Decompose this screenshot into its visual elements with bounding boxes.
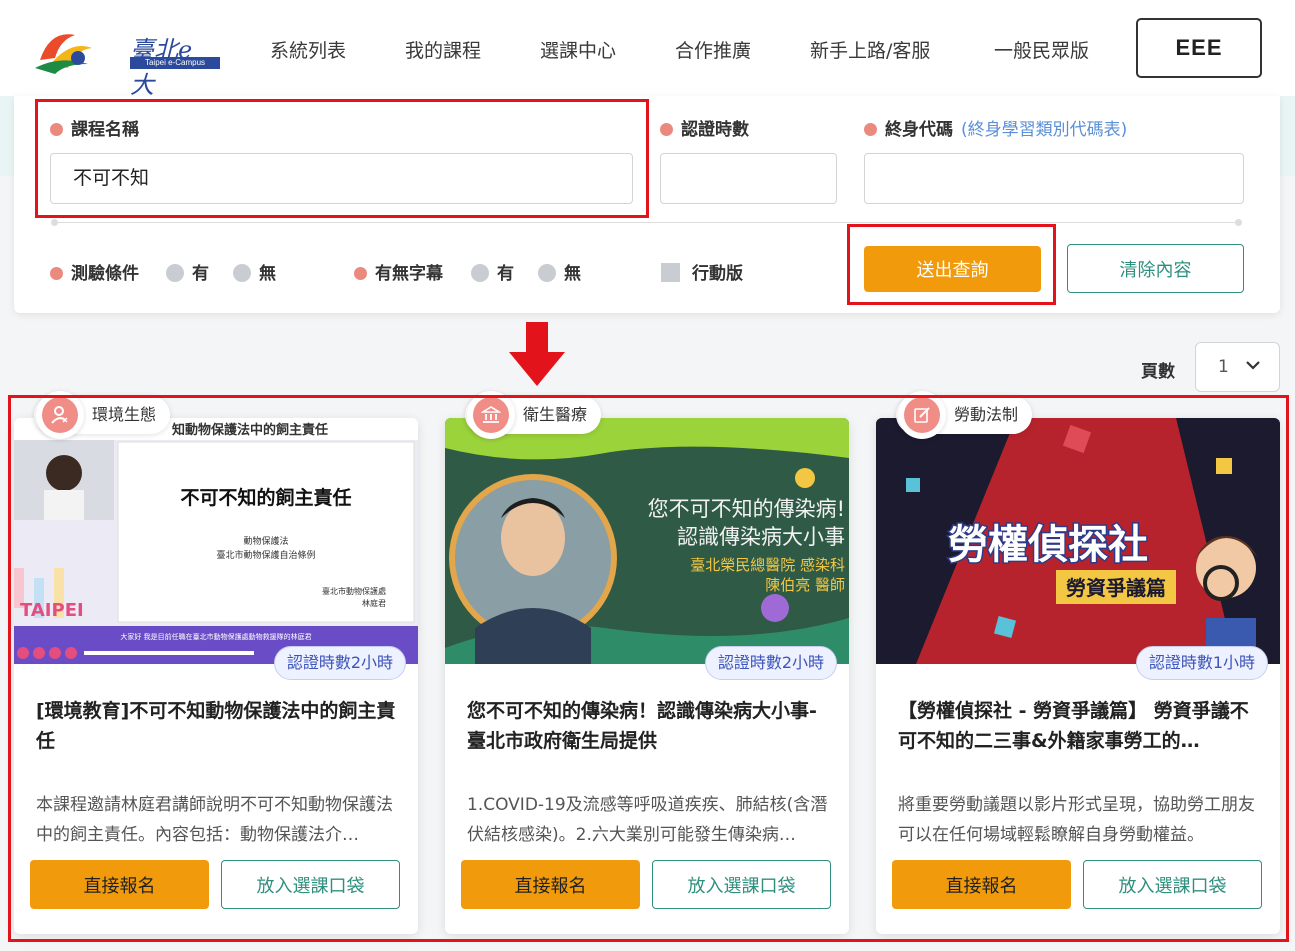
lifelong-code-table-link[interactable]: (終身學習類別代碼表) [961,120,1127,140]
category-badge [467,391,515,439]
svg-text:大家好 我是目前任職在臺北市動物保護處動物救援隊的林庭君: 大家好 我是目前任職在臺北市動物保護處動物救援隊的林庭君 [120,632,311,641]
course-card[interactable]: 您不可不知的傳染病! 認識傳染病大小事 臺北榮民總醫院 感染科 陳伯亮 醫師 衛… [445,391,849,934]
thumb-line4: 陳伯亮 醫師 [765,576,845,594]
thumb-line1: 您不可不知的傳染病! [648,497,845,521]
down-arrow-icon [509,322,565,386]
course-name-label: 課程名稱 [50,115,139,140]
clear-button[interactable]: 清除內容 [1067,244,1244,293]
subtitle-label: 有無字幕 [354,259,443,284]
course-name-input[interactable]: 不可不知 [50,153,633,204]
thumb-line1: 勞權偵探社 [948,522,1148,568]
subtitle-no-radio[interactable]: 無 [538,259,581,284]
mobile-version-checkbox[interactable]: 行動版 [661,259,743,284]
category-badge [36,391,84,439]
thumb-line3: 臺北榮民總醫院 感染科 [690,556,845,574]
page-select[interactable]: 1 [1195,342,1280,392]
category-label: 勞動法制 [954,405,1019,424]
bullet-dot-icon [50,267,63,280]
add-to-cart-button[interactable]: 放入選課口袋 [1083,860,1262,909]
svg-text:臺北市動物保護自治條例: 臺北市動物保護自治條例 [216,549,315,561]
bullet-dot-icon [50,123,63,136]
radio-circle-icon [166,264,184,282]
radio-circle-icon [538,264,556,282]
logo-subtitle: Taipei e-Campus [130,57,220,69]
exam-condition-label: 測驗條件 [50,259,139,284]
thumb-line2: 認識傳染病大小事 [677,525,845,549]
nav-public-version[interactable]: 一般民眾版 [994,36,1089,63]
thumb-brand-text: TAIPEI [20,600,84,621]
nav-my-courses[interactable]: 我的課程 [405,36,481,63]
exam-yes-radio[interactable]: 有 [166,259,209,284]
bullet-dot-icon [354,267,367,280]
cert-hours-badge: 認證時數2小時 [273,646,406,680]
category-tag: 環境生態 [34,391,171,439]
radio-circle-icon [233,264,251,282]
course-title[interactable]: 您不可不知的傳染病！認識傳染病大小事-臺北市政府衛生局提供 [467,696,829,756]
course-card[interactable]: 知動物保護法中的飼主責任 不可不知的飼主責任 動物保護法 臺北市動物保護自治條例… [14,391,418,934]
course-card[interactable]: 勞權偵探社 勞資爭議篇 勞動法制 認證時數1小時 【勞權偵探社 - 勞資爭議篇】… [876,391,1280,934]
add-to-cart-button[interactable]: 放入選課口袋 [221,860,400,909]
exam-no-radio[interactable]: 無 [233,259,276,284]
course-thumbnail[interactable]: 您不可不知的傳染病! 認識傳染病大小事 臺北榮民總醫院 感染科 陳伯亮 醫師 [445,418,849,664]
course-thumbnail[interactable]: 勞權偵探社 勞資爭議篇 [876,418,1280,664]
category-badge [898,391,946,439]
edit-icon [914,407,930,423]
cert-hours-badge: 認證時數1小時 [1135,646,1268,680]
nav-partnership[interactable]: 合作推廣 [675,36,751,63]
chevron-down-icon [1246,361,1260,370]
thumb-line2: 勞資爭議篇 [1066,576,1166,600]
site-logo[interactable]: 臺北e大 Taipei e-Campus [30,20,220,99]
person-icon [51,406,68,424]
category-label: 衛生醫療 [523,405,588,424]
nav-course-center[interactable]: 選課中心 [540,36,616,63]
nav-help-service[interactable]: 新手上路/客服 [810,36,930,63]
course-description: 將重要勞動議題以影片形式呈現，協助勞工朋友可以在任何場域輕鬆瞭解自身勞動權益。 [898,795,1255,845]
enroll-button[interactable]: 直接報名 [30,860,209,909]
site-header: 臺北e大 Taipei e-Campus 系統列表 我的課程 選課中心 合作推廣… [0,0,1295,99]
svg-text:臺北市動物保護處: 臺北市動物保護處 [322,586,386,596]
course-title[interactable]: [環境教育]不可不知動物保護法中的飼主責任 [36,696,398,756]
bullet-dot-icon [660,123,673,136]
thumb-header-text: 知動物保護法中的飼主責任 [172,422,328,438]
lifelong-code-input[interactable] [864,153,1244,204]
panel-divider [51,219,1242,226]
building-icon [481,406,501,423]
course-title[interactable]: 【勞權偵探社 - 勞資爭議篇】 勞資爭議不可不知的二三事&外籍家事勞工的… [898,696,1260,756]
category-label: 環境生態 [92,405,157,424]
page-select-value: 1 [1218,357,1229,377]
submit-search-button[interactable]: 送出查詢 [864,246,1041,292]
checkbox-square-icon [661,263,680,282]
course-thumbnail[interactable]: 知動物保護法中的飼主責任 不可不知的飼主責任 動物保護法 臺北市動物保護自治條例… [14,418,418,664]
add-to-cart-button[interactable]: 放入選課口袋 [652,860,831,909]
thumb-main-title: 不可不知的飼主責任 [180,486,351,509]
category-tag: 衛生醫療 [465,391,602,439]
category-tag: 勞動法制 [896,391,1033,439]
svg-text:動物保護法: 動物保護法 [243,535,288,547]
course-description: 本課程邀請林庭君講師說明不可不知動物保護法中的飼主責任。內容包括：動物保護法介… [36,795,393,845]
cert-hours-input[interactable] [660,153,837,204]
lifelong-code-label: 終身代碼 (終身學習類別代碼表) [864,115,1127,140]
enroll-button[interactable]: 直接報名 [461,860,640,909]
page-label: 頁數 [1141,362,1175,382]
enroll-button[interactable]: 直接報名 [892,860,1071,909]
nav-system-list[interactable]: 系統列表 [270,36,346,63]
logo-emblem-icon [35,34,92,74]
course-description: 1.COVID-19及流感等呼吸道疾疾、肺結核(含潛伏結核感染)。2.六大業別可… [467,795,828,845]
radio-circle-icon [471,264,489,282]
language-button[interactable]: EEE [1136,18,1262,78]
bullet-dot-icon [864,123,877,136]
cert-hours-label: 認證時數 [660,115,749,140]
cert-hours-badge: 認證時數2小時 [704,646,837,680]
svg-text:林庭君: 林庭君 [362,598,386,608]
subtitle-yes-radio[interactable]: 有 [471,259,514,284]
